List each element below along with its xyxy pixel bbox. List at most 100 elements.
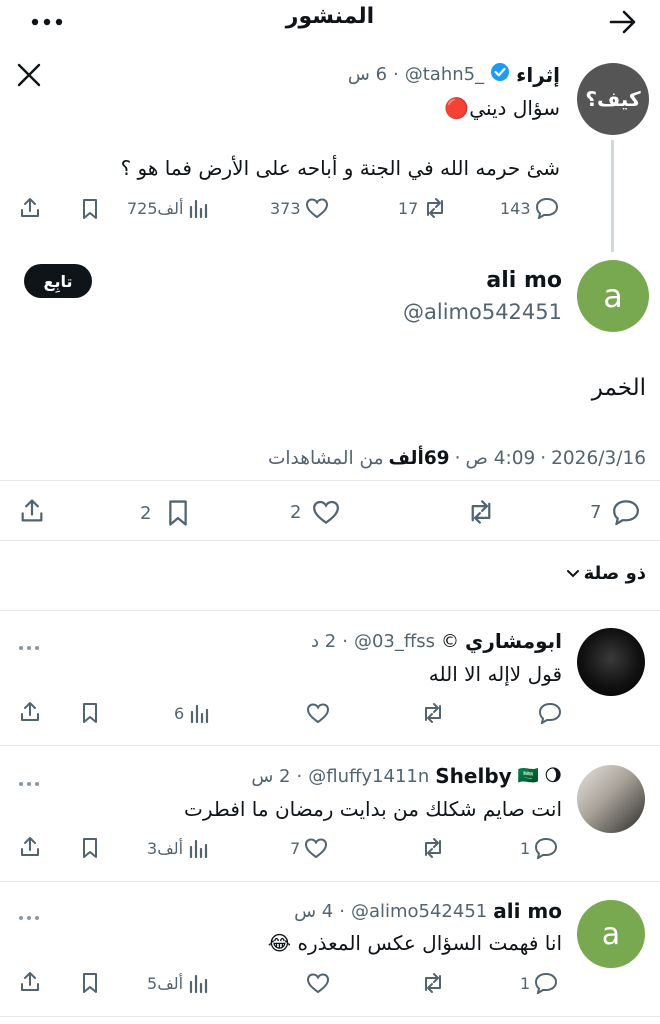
reply-icon	[535, 197, 559, 219]
copyright-badge-icon: ©	[441, 630, 459, 652]
author-name[interactable]: ali mo	[486, 268, 562, 293]
views-button[interactable]: 5ألف	[147, 972, 209, 994]
post-time[interactable]: 6 س	[348, 64, 387, 85]
verified-badge-icon	[490, 62, 510, 87]
heart-icon	[304, 837, 328, 859]
view-count: 725ألف	[127, 198, 184, 218]
views-button[interactable]: 3ألف	[147, 837, 209, 859]
reply-button[interactable]: 143	[500, 197, 559, 219]
author-handle[interactable]: @tahn5_	[405, 64, 484, 85]
post-header: إثراء @tahn5_ · 6 س	[348, 62, 560, 87]
divider	[0, 1016, 660, 1017]
views-chart-icon	[187, 972, 209, 994]
repost-icon	[422, 197, 448, 219]
back-arrow-icon[interactable]	[608, 8, 638, 36]
author-handle[interactable]: @03_ffss	[354, 631, 435, 652]
reply-text: انا فهمت السؤال عكس المعذره	[297, 931, 562, 955]
x-logo-icon[interactable]	[16, 62, 42, 88]
divider	[0, 745, 660, 746]
separator-dot: ·	[393, 64, 399, 85]
more-options-icon[interactable]	[18, 772, 40, 791]
relevance-sort[interactable]: ذو صلة	[566, 563, 646, 584]
follow-label: تابِع	[43, 271, 73, 291]
author-handle[interactable]: @alimo542451	[351, 901, 487, 922]
bookmark-icon[interactable]	[80, 198, 100, 224]
divider	[0, 480, 660, 481]
bookmark-icon[interactable]	[80, 702, 100, 728]
separator-dot: ·	[339, 900, 345, 922]
share-icon[interactable]	[18, 970, 42, 998]
separator-dot: ·	[342, 630, 348, 652]
like-button[interactable]: 2	[290, 499, 341, 525]
author-name[interactable]: ابومشاري	[465, 629, 562, 653]
separator-dot: ·	[540, 448, 547, 469]
reply-count: 1	[520, 838, 531, 858]
bookmark-icon[interactable]	[80, 837, 100, 863]
like-count: 373	[270, 198, 301, 218]
reply-text: انت صايم شكلك من بدايت رمضان ما افطرت	[184, 797, 562, 821]
share-icon[interactable]	[18, 835, 42, 863]
flag-badge-icon: 🌖 🇸🇦	[517, 766, 562, 786]
reply-count: 1	[520, 973, 531, 993]
like-button[interactable]: 7	[290, 837, 328, 859]
avatar[interactable]: a	[577, 260, 649, 332]
like-button[interactable]: 373	[270, 197, 329, 219]
avatar[interactable]	[577, 628, 645, 696]
separator-dot: ·	[296, 765, 303, 787]
repost-icon[interactable]	[465, 499, 497, 529]
post-text: الخمر	[591, 375, 646, 401]
page-title: المنشور	[285, 4, 375, 29]
reply-time[interactable]: 2 د	[311, 631, 336, 652]
avatar[interactable]: كيف؟	[577, 63, 649, 135]
author-name[interactable]: Shelby	[435, 764, 511, 788]
share-icon[interactable]	[18, 497, 46, 529]
reply-time[interactable]: 4 س	[294, 901, 333, 922]
reply-header: ابومشاري © @03_ffss · 2 د	[311, 629, 562, 653]
post-time[interactable]: 4:09 ص	[465, 448, 535, 469]
bookmark-button[interactable]: 2	[140, 499, 191, 527]
repost-icon[interactable]	[420, 837, 446, 863]
reply-button[interactable]: 1	[520, 837, 558, 859]
bookmark-icon[interactable]	[80, 972, 100, 998]
like-count: 7	[290, 838, 301, 858]
views-button[interactable]: 725ألف	[127, 197, 209, 219]
chevron-down-icon	[566, 563, 580, 584]
post-text-line1: سؤال ديني	[469, 96, 560, 120]
reply-count: 143	[500, 198, 531, 218]
author-name[interactable]: إثراء	[516, 63, 560, 87]
follow-button[interactable]: تابِع	[24, 264, 92, 298]
share-icon[interactable]	[18, 196, 42, 224]
avatar[interactable]: a	[577, 900, 645, 968]
share-icon[interactable]	[18, 700, 42, 728]
post-text: شئ حرمه الله في الجنة و أباحه على الأرض …	[120, 156, 560, 180]
view-count: 6	[174, 703, 185, 723]
reply-button[interactable]: 7	[590, 499, 641, 525]
reply-text: قول لاإله الا الله	[428, 662, 562, 686]
reply-time[interactable]: 2 س	[251, 766, 290, 787]
reply-button[interactable]: 1	[520, 972, 558, 994]
avatar[interactable]	[577, 765, 645, 833]
more-options-icon[interactable]	[30, 14, 66, 28]
repost-icon[interactable]	[420, 702, 446, 728]
reply-icon[interactable]	[538, 702, 562, 728]
repost-button[interactable]: 17	[398, 197, 448, 219]
repost-count: 17	[398, 198, 419, 218]
reply-icon	[611, 499, 641, 525]
heart-icon	[305, 197, 329, 219]
author-handle[interactable]: @alimo542451	[403, 300, 562, 324]
author-handle[interactable]: @fluffy1411n	[308, 766, 429, 787]
more-options-icon[interactable]	[18, 906, 40, 925]
views-button[interactable]: 6	[174, 702, 210, 724]
repost-icon[interactable]	[420, 972, 446, 998]
post-date[interactable]: 2026/3/16	[551, 448, 646, 469]
view-count: 69ألف	[388, 448, 450, 469]
heart-icon[interactable]	[306, 972, 330, 998]
avatar-logo-text: كيف؟	[585, 87, 641, 111]
avatar-letter: a	[601, 916, 621, 952]
post-line1: سؤال ديني🔴	[444, 96, 560, 120]
more-options-icon[interactable]	[18, 636, 40, 655]
reply-count: 7	[590, 501, 602, 523]
view-count: 3ألف	[147, 838, 184, 858]
heart-icon[interactable]	[306, 702, 330, 728]
author-name[interactable]: ali mo	[493, 899, 562, 923]
